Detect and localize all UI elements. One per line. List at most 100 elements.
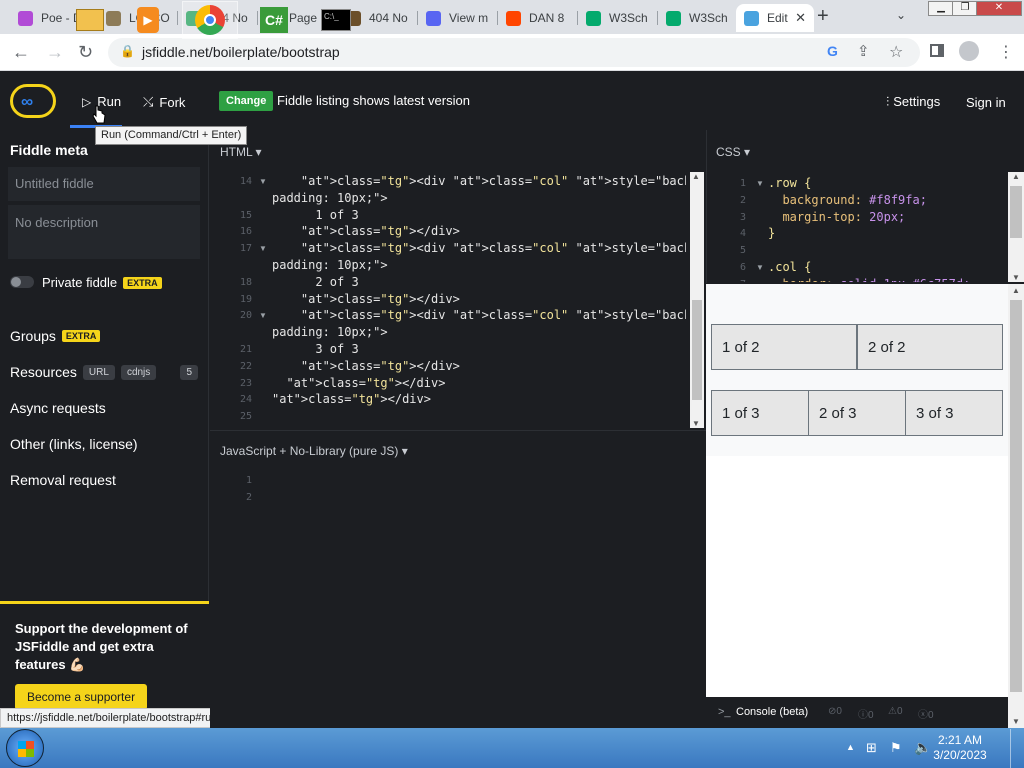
settings-button[interactable]: ⫶ Settings xyxy=(886,94,940,110)
code-line: padding: 10px;"> xyxy=(272,258,388,272)
change-button[interactable]: Change xyxy=(219,91,274,111)
line-number: 7 xyxy=(706,279,746,282)
sign-in-link[interactable]: Sign in xyxy=(966,95,1006,110)
scroll-up-icon[interactable]: ▲ xyxy=(1012,172,1020,181)
result-col: 1 of 3 xyxy=(711,390,809,436)
jsfiddle-logo-icon[interactable]: ∞ xyxy=(10,84,56,118)
fiddle-description-input[interactable]: No description xyxy=(8,205,200,259)
code-line: "at">class="tg"></div> xyxy=(300,224,460,239)
css-scrollbar-thumb[interactable] xyxy=(1010,186,1022,238)
sidebar-item-groups[interactable]: Groups EXTRA xyxy=(10,328,101,344)
css-editor-scrollbar[interactable]: ▲ ▼ xyxy=(1008,172,1024,282)
toggle-knob xyxy=(11,277,21,287)
tab-9[interactable]: W3Sch xyxy=(658,4,736,32)
line-number: 14 xyxy=(239,176,252,187)
media-player-icon: ▶ xyxy=(137,7,159,33)
become-supporter-button[interactable]: Become a supporter xyxy=(15,684,148,710)
fork-button[interactable]: ⤯ Fork xyxy=(143,94,185,110)
listing-message: Fiddle listing shows latest version xyxy=(277,93,470,108)
hand-cursor-icon xyxy=(92,105,106,124)
tab-7[interactable]: DAN 8 xyxy=(498,4,578,32)
line-number: 20 xyxy=(239,310,252,322)
google-lens-icon[interactable]: G xyxy=(827,43,838,59)
tab-8[interactable]: W3Sch xyxy=(578,4,658,32)
js-panel-label[interactable]: JavaScript + No-Library (pure JS) ▾ xyxy=(220,444,408,458)
result-scrollbar-thumb[interactable] xyxy=(1010,300,1022,692)
code-line: padding: 10px;"> xyxy=(272,325,388,340)
minimize-button[interactable]: ▁ xyxy=(928,1,954,16)
sidebar-item-removal-request[interactable]: Removal request xyxy=(10,472,116,488)
code-line: background: #f8f9fa; xyxy=(768,192,927,207)
code-line: "at">class="tg"></div> xyxy=(286,375,446,390)
taskbar-chrome[interactable] xyxy=(182,1,238,39)
browser-menu-icon[interactable]: ⋮ xyxy=(998,42,1014,62)
css-editor[interactable]: 1 ▼ .row {2 background: #f8f9fa; 3 margin-t… xyxy=(706,172,1008,282)
lock-icon[interactable]: 🔒 xyxy=(120,44,135,58)
resources-label: Resources xyxy=(10,364,77,380)
fold-arrow-icon[interactable]: ▼ xyxy=(259,244,267,253)
taskbar-media-player[interactable]: ▶ xyxy=(120,1,176,39)
code-line: "at">class="tg"></div> xyxy=(300,358,460,373)
tab-label: View m xyxy=(449,11,489,25)
tab-10[interactable]: Edit ✕ xyxy=(736,4,814,32)
line-number: 23 xyxy=(239,377,252,389)
start-button[interactable] xyxy=(6,729,44,767)
play-icon: ▷ xyxy=(82,94,92,109)
tab-6[interactable]: View m xyxy=(418,4,498,32)
close-tab-icon[interactable]: ✕ xyxy=(795,10,806,26)
profile-avatar-icon[interactable] xyxy=(959,41,979,61)
back-icon[interactable]: ← xyxy=(12,42,30,62)
url-pill[interactable]: URL xyxy=(82,364,115,380)
share-icon[interactable]: ⇪ xyxy=(857,42,870,60)
network-icon[interactable]: ⊞ xyxy=(866,740,877,756)
restore-button[interactable]: ❐ xyxy=(952,1,978,16)
sidebar-item-other[interactable]: Other (links, license) xyxy=(10,436,138,452)
html-panel-label[interactable]: HTML ▾ xyxy=(220,145,262,159)
scroll-down-icon[interactable]: ▼ xyxy=(692,419,700,428)
line-number: 2 xyxy=(739,194,746,206)
close-window-button[interactable]: ✕ xyxy=(976,1,1022,16)
console-bar[interactable]: >_ Console (beta) ⊘0 ⓘ0 ⚠0 ⓧ0 xyxy=(706,697,1008,728)
fold-arrow-icon[interactable]: ▼ xyxy=(756,179,764,188)
side-panel-icon[interactable] xyxy=(930,44,944,57)
code-line: 3 of 3 xyxy=(272,342,359,356)
chrome-icon xyxy=(195,5,225,35)
taskbar-cmd[interactable]: C:\_ xyxy=(308,1,364,39)
result-scrollbar[interactable]: ▲ ▼ xyxy=(1008,284,1024,728)
volume-icon[interactable]: 🔈 xyxy=(914,739,931,756)
css-panel-label[interactable]: CSS ▾ xyxy=(716,145,750,159)
result-col: 3 of 3 xyxy=(905,390,1003,436)
scroll-down-icon[interactable]: ▼ xyxy=(1012,273,1020,282)
bookmark-star-icon[interactable]: ☆ xyxy=(889,42,903,62)
forward-icon[interactable]: → xyxy=(46,42,64,62)
show-desktop-button[interactable] xyxy=(1010,729,1024,768)
code-line: margin-top: 20px; xyxy=(768,209,906,224)
reload-icon[interactable]: ↻ xyxy=(78,42,93,62)
tab-label: 404 No xyxy=(369,11,408,25)
scroll-up-icon[interactable]: ▲ xyxy=(692,172,700,181)
sidebar-item-resources[interactable]: Resources URL cdnjs 5 xyxy=(10,364,198,380)
taskbar-explorer[interactable] xyxy=(62,1,118,39)
cdnjs-pill[interactable]: cdnjs xyxy=(120,364,157,380)
taskbar-csharp[interactable]: C# xyxy=(246,1,302,39)
html-scrollbar-thumb[interactable] xyxy=(692,300,702,400)
fold-arrow-icon[interactable]: ▼ xyxy=(756,263,764,272)
code-line: "at">class="tg"></div> xyxy=(272,392,431,407)
show-hidden-icons-icon[interactable]: ▲ xyxy=(846,742,855,752)
fold-arrow-icon[interactable]: ▼ xyxy=(259,177,267,186)
fork-label: Fork xyxy=(159,94,186,110)
url-text[interactable]: jsfiddle.net/boilerplate/bootstrap xyxy=(142,44,340,60)
fiddle-name-input[interactable]: Untitled fiddle xyxy=(8,167,200,201)
tab-search-button[interactable]: ⌄ xyxy=(896,8,906,22)
line-number: 5 xyxy=(739,245,746,257)
private-toggle[interactable] xyxy=(10,276,34,288)
scroll-up-icon[interactable]: ▲ xyxy=(1012,286,1020,295)
fold-arrow-icon[interactable]: ▼ xyxy=(259,311,267,320)
flag-icon[interactable]: ⚑ xyxy=(890,740,902,756)
html-editor[interactable]: 14 ▼ "at">class="tg"><div "at">class="col… xyxy=(210,170,686,428)
new-tab-button[interactable]: + xyxy=(817,6,829,26)
html-editor-scrollbar[interactable]: ▲ ▼ xyxy=(690,172,704,428)
clock[interactable]: 2:21 AM 3/20/2023 xyxy=(930,733,990,763)
scroll-down-icon[interactable]: ▼ xyxy=(1012,717,1020,726)
sidebar-item-async-requests[interactable]: Async requests xyxy=(10,400,106,416)
